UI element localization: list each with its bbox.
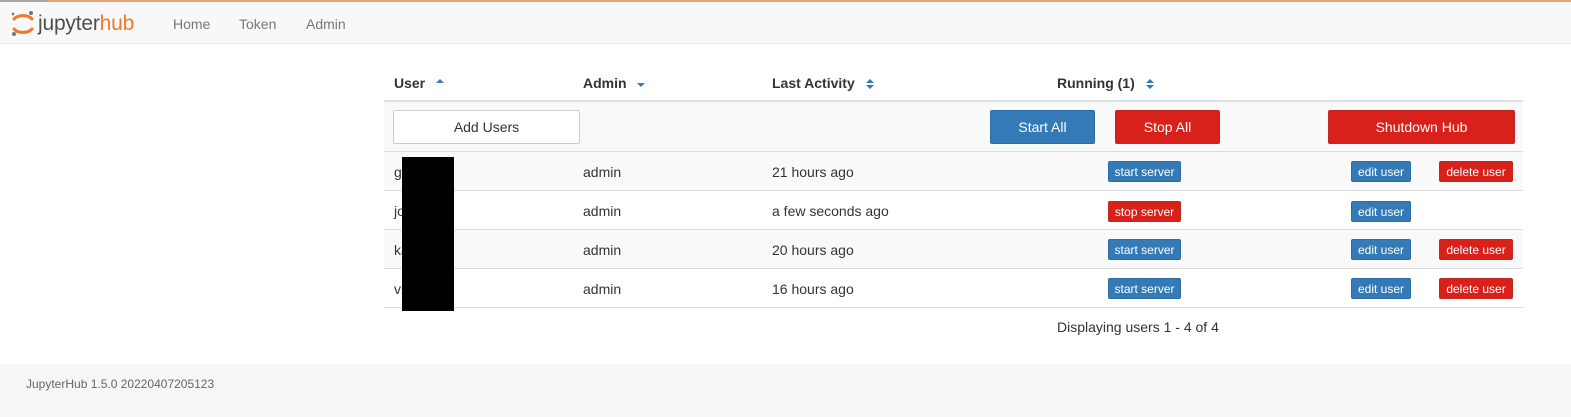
sort-asc-icon[interactable]: [435, 76, 445, 86]
edit-user-button[interactable]: edit user: [1351, 239, 1411, 260]
nav-home-link[interactable]: Home: [173, 16, 210, 32]
footer: JupyterHub 1.5.0 20220407205123: [0, 364, 1571, 417]
navbar: jupyterhub Home Token Admin: [0, 2, 1571, 44]
pagination-info: Displaying users 1 - 4 of 4: [1057, 319, 1219, 335]
delete-user-button[interactable]: delete user: [1439, 239, 1513, 260]
stop-all-button[interactable]: Stop All: [1115, 110, 1220, 144]
column-header-admin[interactable]: Admin: [583, 75, 646, 91]
column-header-admin-label: Admin: [583, 75, 627, 91]
last-activity: 20 hours ago: [772, 242, 854, 258]
delete-user-button[interactable]: delete user: [1439, 278, 1513, 299]
shutdown-hub-button[interactable]: Shutdown Hub: [1328, 110, 1515, 144]
start-server-button[interactable]: start server: [1108, 278, 1181, 299]
sort-both-icon[interactable]: [865, 77, 875, 91]
admin-status: admin: [583, 281, 622, 297]
column-header-running[interactable]: Running (1): [1057, 75, 1155, 91]
edit-user-button[interactable]: edit user: [1351, 161, 1411, 182]
column-header-user[interactable]: User: [394, 75, 445, 91]
admin-status: admin: [583, 242, 622, 258]
last-activity: 21 hours ago: [772, 164, 854, 180]
logo-text: jupyterhub: [38, 12, 135, 35]
sort-desc-icon[interactable]: [636, 80, 646, 90]
nav-admin-link[interactable]: Admin: [306, 16, 346, 32]
sort-both-icon[interactable]: [1145, 77, 1155, 91]
jupyter-logo-icon: [11, 11, 34, 36]
column-header-running-label: Running (1): [1057, 75, 1135, 91]
start-all-button[interactable]: Start All: [990, 110, 1095, 144]
version-text: JupyterHub 1.5.0 20220407205123: [26, 377, 215, 391]
jupyterhub-logo[interactable]: jupyterhub: [10, 8, 134, 40]
start-server-button[interactable]: start server: [1108, 161, 1181, 182]
admin-status: admin: [583, 203, 622, 219]
column-header-last-activity-label: Last Activity: [772, 75, 855, 91]
stop-server-button[interactable]: stop server: [1108, 201, 1181, 222]
column-header-last-activity[interactable]: Last Activity: [772, 75, 875, 91]
delete-user-button[interactable]: delete user: [1439, 161, 1513, 182]
edit-user-button[interactable]: edit user: [1351, 201, 1411, 222]
column-header-user-label: User: [394, 75, 426, 91]
redaction-block: [402, 157, 454, 311]
start-server-button[interactable]: start server: [1108, 239, 1181, 260]
last-activity: a few seconds ago: [772, 203, 889, 219]
last-activity: 16 hours ago: [772, 281, 854, 297]
user-name: g: [394, 164, 402, 180]
edit-user-button[interactable]: edit user: [1351, 278, 1411, 299]
add-users-button[interactable]: Add Users: [393, 110, 580, 144]
admin-status: admin: [583, 164, 622, 180]
nav-token-link[interactable]: Token: [239, 16, 276, 32]
